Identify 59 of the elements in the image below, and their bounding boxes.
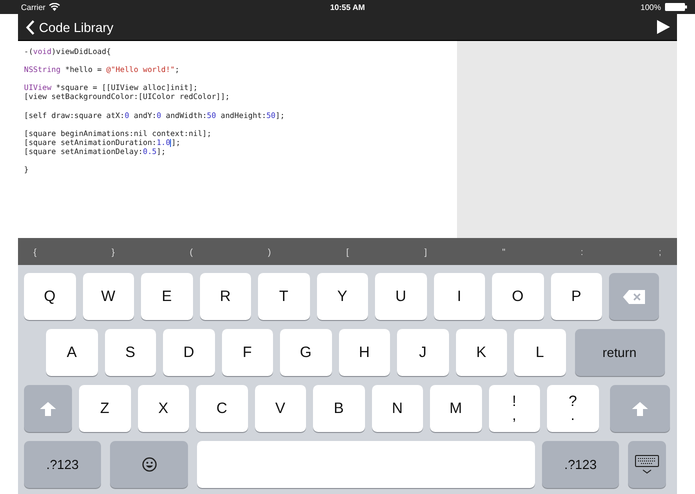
letter-key[interactable]: B: [313, 385, 364, 432]
symbol-key[interactable]: (: [184, 246, 198, 256]
letter-key[interactable]: Q: [24, 273, 76, 320]
letter-key[interactable]: F: [222, 329, 273, 376]
letter-key[interactable]: Z: [79, 385, 130, 432]
shift-key[interactable]: [24, 385, 72, 432]
wifi-icon: [49, 3, 60, 11]
play-icon[interactable]: [657, 20, 670, 34]
letter-key[interactable]: W: [82, 273, 134, 320]
letter-key[interactable]: C: [196, 385, 248, 432]
letter-key[interactable]: V: [254, 385, 306, 432]
status-time: 10:55 AM: [330, 2, 365, 12]
symbol-key[interactable]: ;: [653, 246, 667, 256]
keyboard-icon: [635, 454, 659, 474]
letter-key[interactable]: G: [280, 329, 332, 376]
numbers-key[interactable]: .?123: [542, 441, 619, 488]
letter-key[interactable]: X: [138, 385, 189, 432]
text-cursor: [170, 138, 172, 147]
letter-key[interactable]: Y: [316, 273, 368, 320]
symbol-key[interactable]: ): [262, 246, 276, 256]
letter-key[interactable]: U: [375, 273, 426, 320]
smiley-icon: [142, 457, 156, 472]
letter-key[interactable]: I: [434, 273, 485, 320]
carrier-label: Carrier: [21, 2, 46, 12]
letter-key[interactable]: J: [397, 329, 448, 376]
symbol-key[interactable]: }: [106, 246, 120, 256]
letter-key[interactable]: T: [258, 273, 310, 320]
dismiss-keyboard-key[interactable]: [628, 441, 666, 488]
shift-key[interactable]: [610, 385, 670, 432]
letter-key[interactable]: P: [550, 273, 602, 320]
battery-icon: [665, 3, 687, 11]
battery-percent: 100%: [640, 2, 661, 12]
shift-icon: [40, 402, 56, 416]
punctuation-key[interactable]: ! ,: [488, 385, 540, 432]
letter-key[interactable]: A: [46, 329, 98, 376]
symbol-key[interactable]: :: [574, 246, 589, 256]
letter-key[interactable]: K: [456, 329, 507, 376]
shift-icon: [632, 402, 648, 416]
symbol-key[interactable]: {: [28, 246, 42, 256]
back-button[interactable]: Code Library: [26, 20, 114, 34]
punctuation-key[interactable]: ? .: [547, 385, 598, 432]
symbol-key[interactable]: ]: [418, 246, 433, 256]
emoji-key[interactable]: [110, 441, 188, 488]
letter-key[interactable]: M: [430, 385, 482, 432]
symbol-key[interactable]: [: [340, 246, 354, 256]
letter-key[interactable]: N: [372, 385, 423, 432]
symbol-key[interactable]: ": [496, 246, 511, 256]
return-key[interactable]: return: [574, 329, 664, 376]
letter-key[interactable]: S: [104, 329, 156, 376]
letter-key[interactable]: H: [338, 329, 390, 376]
chevron-icon: [26, 20, 35, 34]
numbers-key[interactable]: .?123: [24, 441, 101, 488]
backspace-icon: [623, 290, 645, 304]
letter-key[interactable]: L: [514, 329, 566, 376]
letter-key[interactable]: O: [492, 273, 544, 320]
letter-key[interactable]: R: [200, 273, 251, 320]
letter-key[interactable]: E: [141, 273, 192, 320]
delete-key[interactable]: [609, 273, 659, 320]
letter-key[interactable]: D: [163, 329, 214, 376]
